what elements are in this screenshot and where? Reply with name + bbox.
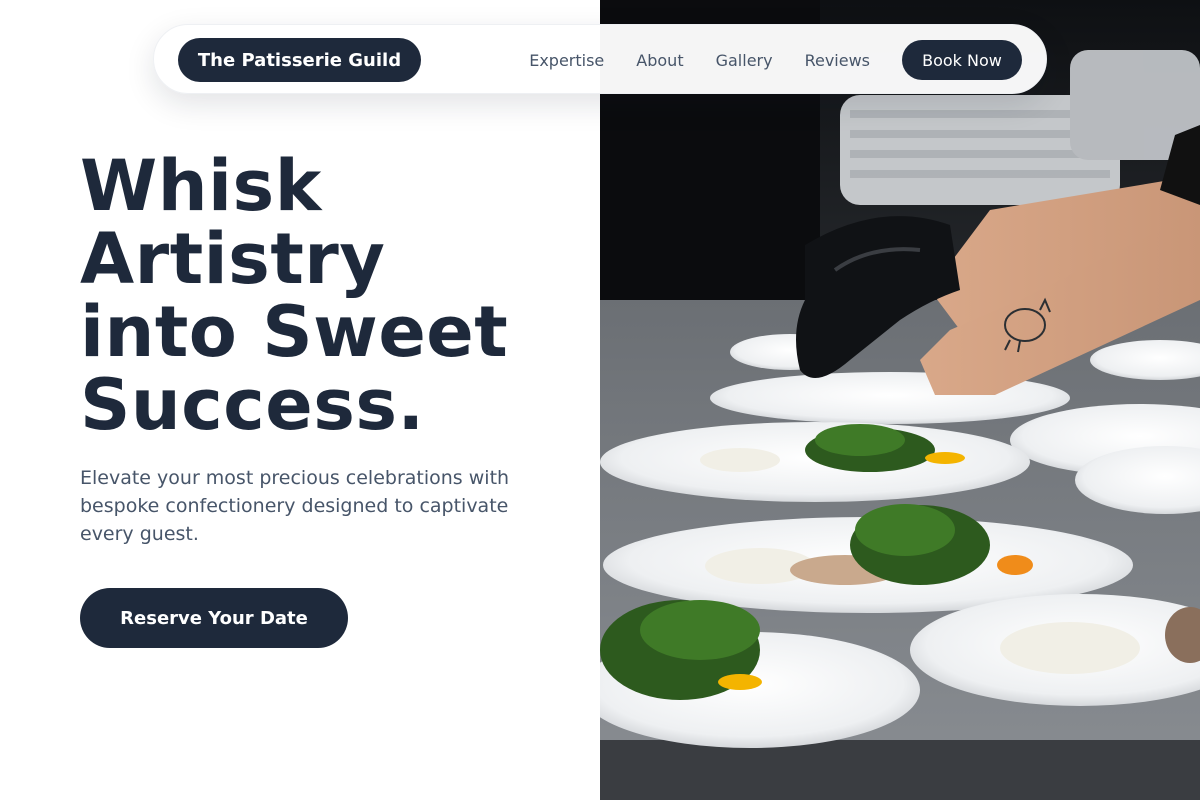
hero-title-line: Artistry [80, 218, 386, 300]
nav-links: Expertise About Gallery Reviews [529, 25, 870, 95]
reserve-date-button[interactable]: Reserve Your Date [80, 588, 348, 648]
book-now-button[interactable]: Book Now [902, 40, 1022, 80]
nav-link-expertise[interactable]: Expertise [529, 51, 604, 70]
hero-title-line: Whisk [80, 145, 322, 227]
hero-image [600, 0, 1200, 800]
nav-link-reviews[interactable]: Reviews [805, 51, 870, 70]
hero-title: Whisk Artistry into Sweet Success. [80, 150, 580, 442]
hero-subtitle: Elevate your most precious celebrations … [80, 467, 510, 545]
brand-logo-button[interactable]: The Patisserie Guild [178, 38, 421, 82]
hero-title-line: Success. [80, 364, 425, 446]
hero-content: Whisk Artistry into Sweet Success. Eleva… [0, 0, 600, 800]
hero-title-line: into Sweet [80, 291, 509, 373]
nav-link-gallery[interactable]: Gallery [716, 51, 773, 70]
chef-plating-photo [600, 0, 1200, 800]
main-nav: The Patisserie Guild Expertise About Gal… [153, 24, 1047, 94]
nav-link-about[interactable]: About [636, 51, 683, 70]
